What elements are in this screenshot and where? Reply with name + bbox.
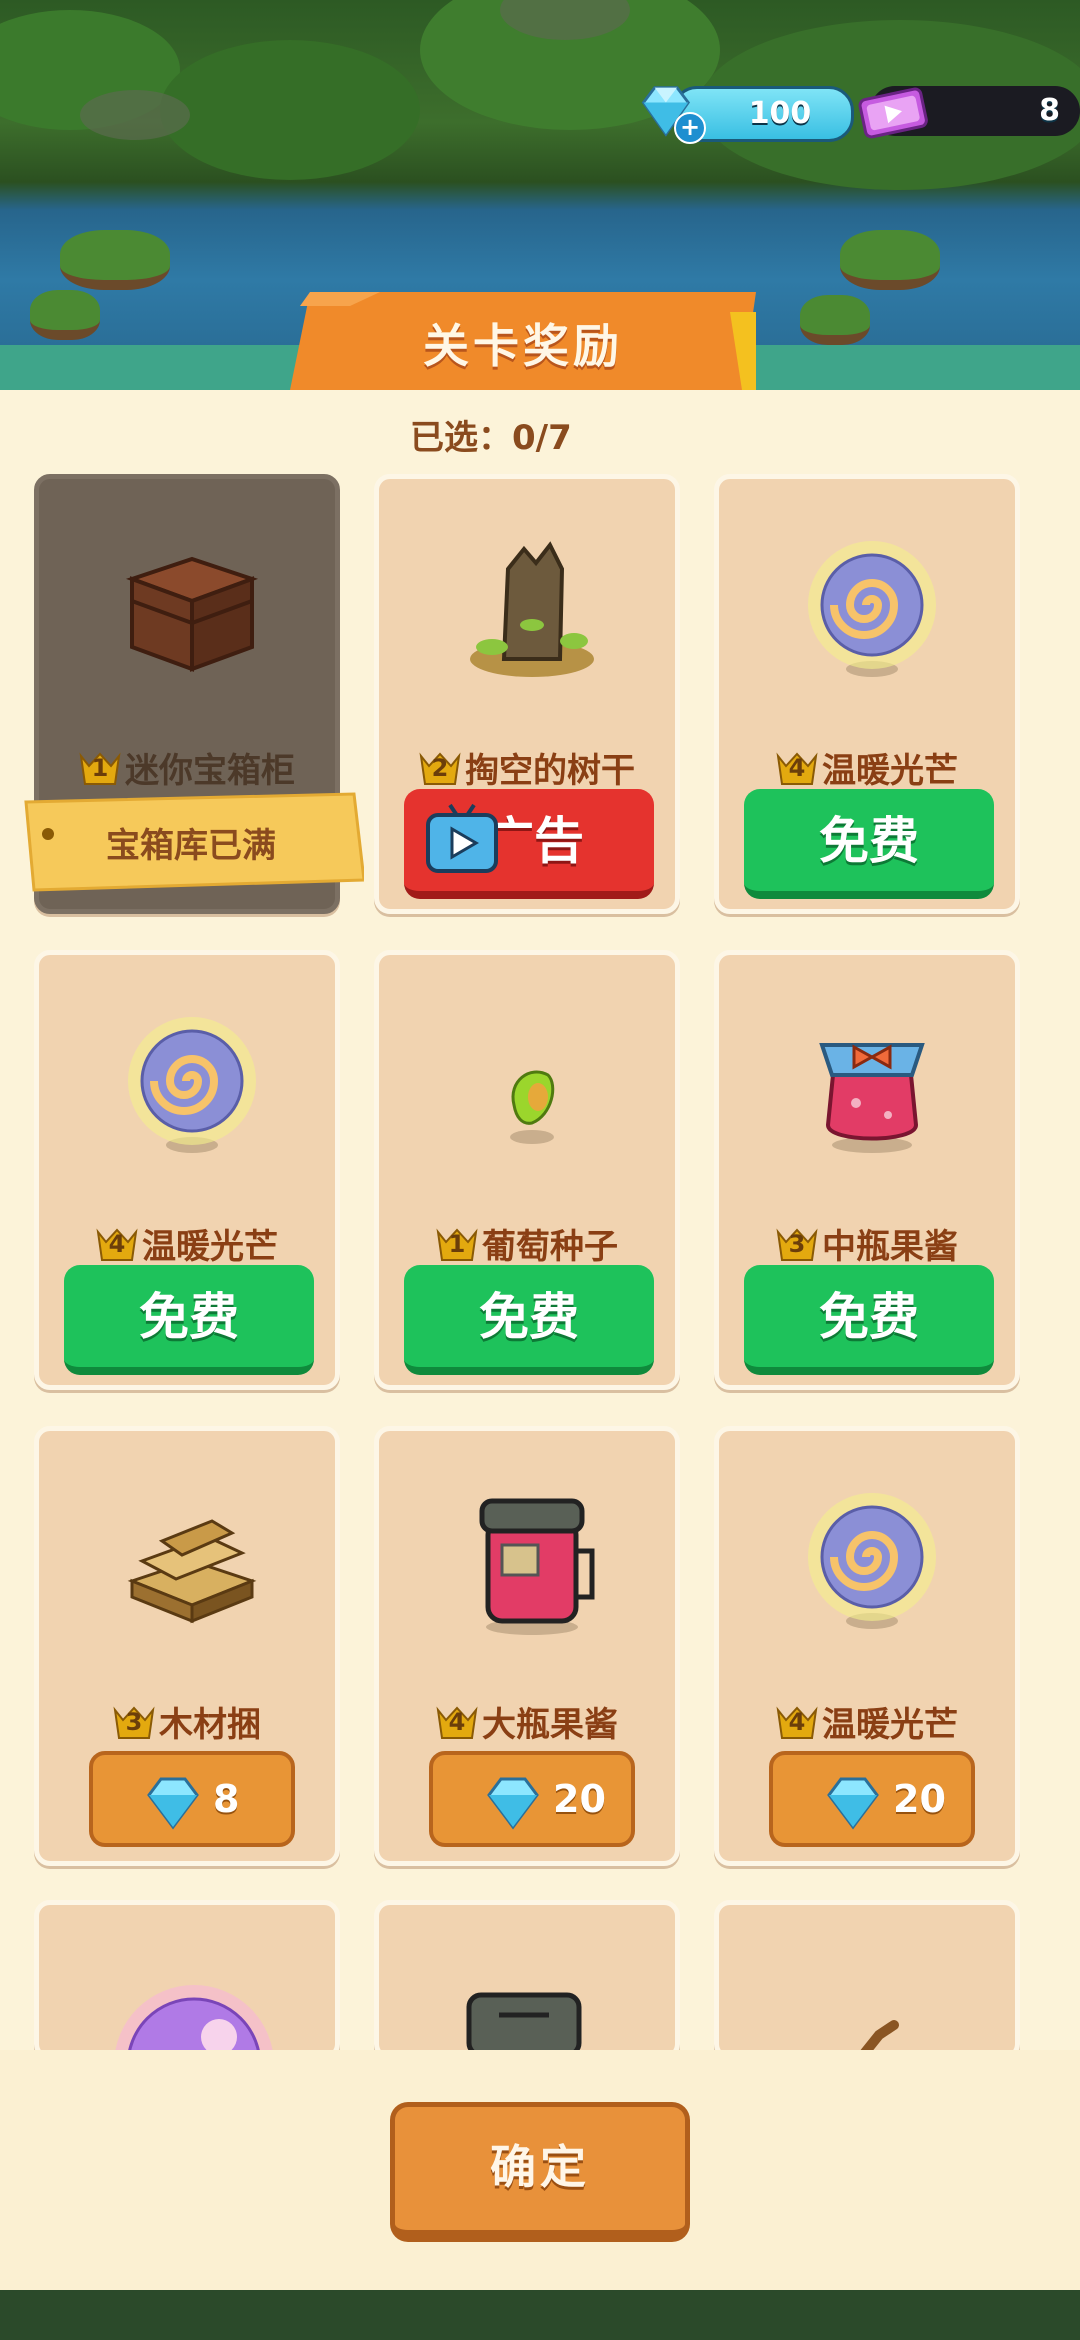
tree-stump-icon <box>470 541 594 677</box>
buy-with-gems-button[interactable]: 20 <box>769 1751 975 1847</box>
item-name: 4 大瓶果酱 <box>379 1697 675 1746</box>
tier-badge: 1 <box>436 1228 478 1262</box>
tier-badge: 3 <box>113 1706 155 1740</box>
confirm-button[interactable]: 确定 <box>390 2102 690 2242</box>
warm-orb-icon <box>128 1017 256 1153</box>
big-jam-jar-icon <box>479 1498 595 1635</box>
tier-badge: 3 <box>776 1228 818 1262</box>
tier-badge: 2 <box>419 752 461 786</box>
reward-card-orb: 4 温暖光芒 20 <box>714 1426 1020 1866</box>
claim-free-button[interactable]: 免费 <box>744 1265 994 1375</box>
watch-ad-button[interactable]: 广告 <box>404 789 654 899</box>
candy-orb-icon <box>114 1985 274 2055</box>
gem-count: 100 <box>748 96 812 131</box>
video-ticket-icon <box>858 87 928 139</box>
claim-free-button[interactable]: 免费 <box>64 1265 314 1375</box>
footer-scenery <box>0 2290 1080 2340</box>
jam-jar-icon <box>819 1043 925 1153</box>
buy-with-gems-button[interactable]: 8 <box>89 1751 295 1847</box>
buy-with-gems-button[interactable]: 20 <box>429 1751 635 1847</box>
item-name: 1 迷你宝箱柜 <box>39 743 335 792</box>
tv-icon <box>426 803 498 873</box>
reward-card-stump: 2 掏空的树干 广告 <box>374 474 680 914</box>
reward-card-jam: 3 中瓶果酱 免费 <box>714 950 1020 1390</box>
warm-orb-icon <box>808 541 936 677</box>
item-name: 3 中瓶果酱 <box>719 1219 1015 1268</box>
price: 8 <box>213 1777 240 1821</box>
chest-icon <box>125 556 259 672</box>
reward-card-partial <box>34 1900 340 2060</box>
wood-bundle-icon <box>127 1519 257 1624</box>
tier-badge: 1 <box>79 752 121 786</box>
reward-card-orb: 4 温暖光芒 免费 <box>714 474 1020 914</box>
tier-badge: 4 <box>776 1706 818 1740</box>
gem-icon <box>827 1777 879 1830</box>
seed-icon <box>510 1070 555 1144</box>
add-gems-button[interactable]: + <box>674 112 706 144</box>
reward-card-big-jam: 4 大瓶果酱 20 <box>374 1426 680 1866</box>
big-jam-jar-icon <box>466 1992 582 2055</box>
claim-free-button[interactable]: 免费 <box>404 1265 654 1375</box>
item-name: 4 温暖光芒 <box>719 1697 1015 1746</box>
item-name: 4 温暖光芒 <box>719 743 1015 792</box>
tier-badge: 4 <box>96 1228 138 1262</box>
price: 20 <box>893 1777 946 1821</box>
gem-icon <box>147 1777 199 1830</box>
gem-icon <box>487 1777 539 1830</box>
item-name: 4 温暖光芒 <box>39 1219 335 1268</box>
tier-badge: 4 <box>436 1706 478 1740</box>
item-name: 1 葡萄种子 <box>379 1219 675 1268</box>
reward-card-wood: 3 木材捆 8 <box>34 1426 340 1866</box>
item-name: 2 掏空的树干 <box>379 743 675 792</box>
warm-orb-icon <box>808 1493 936 1629</box>
price: 20 <box>553 1777 606 1821</box>
reward-card-orb: 4 温暖光芒 免费 <box>34 950 340 1390</box>
chest-storage-full-label: 宝箱库已满 <box>106 826 276 866</box>
reward-card-partial <box>374 1900 680 2060</box>
selected-count: 已选：0/7 <box>410 418 572 458</box>
ticket-count: 8 <box>1039 93 1060 128</box>
item-name: 3 木材捆 <box>39 1697 335 1746</box>
reward-card-seed: 1 葡萄种子 免费 <box>374 950 680 1390</box>
reward-card-partial <box>714 1900 1020 2060</box>
claim-free-button[interactable]: 免费 <box>744 789 994 899</box>
tier-badge: 4 <box>776 752 818 786</box>
panel-title: 关卡奖励 <box>423 319 623 373</box>
